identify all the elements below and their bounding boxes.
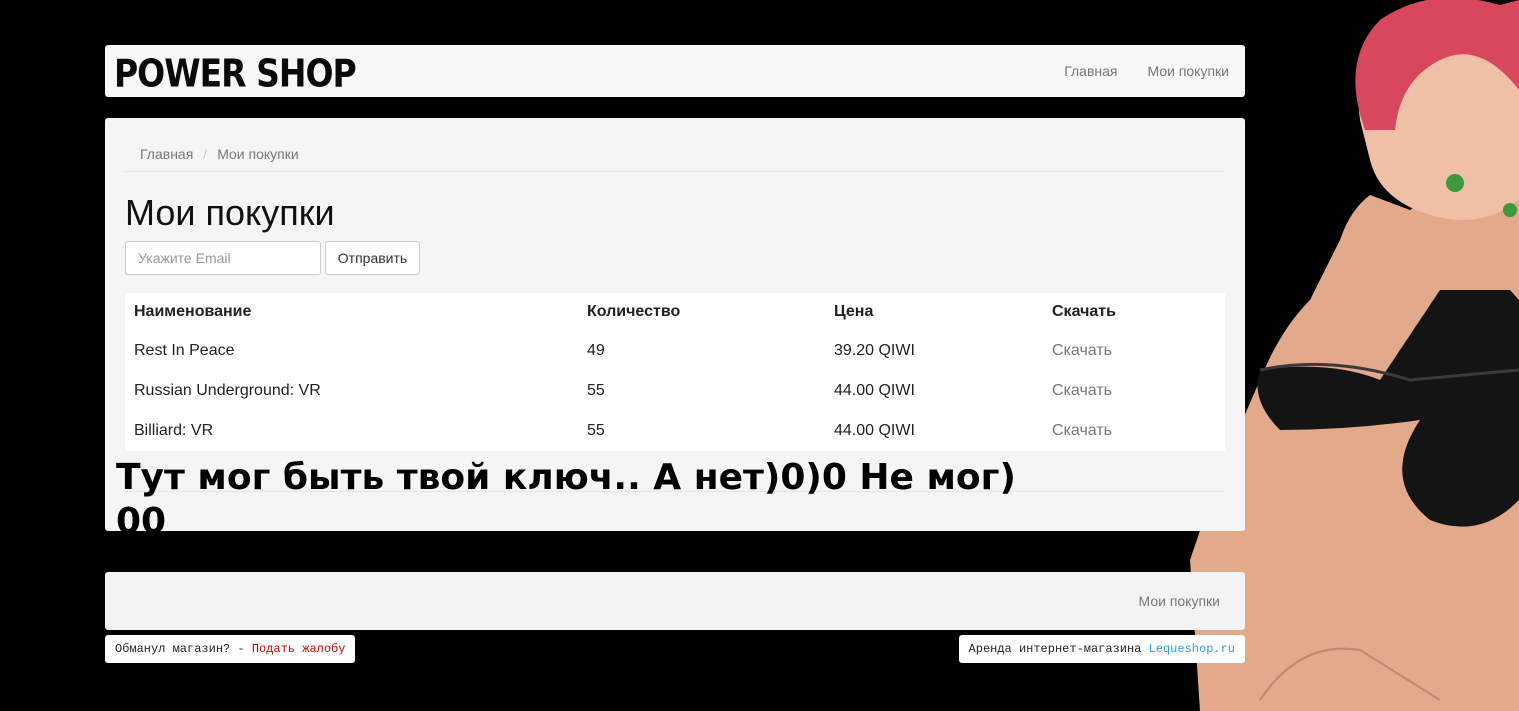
footer-purchases-link[interactable]: Мои покупки xyxy=(1139,593,1221,609)
column-header-name: Наименование xyxy=(134,303,252,320)
breadcrumb-current: Мои покупки xyxy=(217,146,299,162)
product-quantity: 55 xyxy=(587,422,605,439)
download-link[interactable]: Скачать xyxy=(1052,382,1112,399)
complaint-text: Обманул магазин? - xyxy=(115,642,252,656)
column-header-download: Скачать xyxy=(1052,303,1116,320)
rent-text: Аренда интернет-магазина xyxy=(968,642,1149,656)
complaint-notice: Обманул магазин? - Подать жалобу xyxy=(105,635,356,663)
breadcrumb-separator: / xyxy=(203,146,208,162)
download-link[interactable]: Скачать xyxy=(1052,422,1112,439)
footer-bar: Мои покупки xyxy=(105,572,1245,630)
purchases-table: Наименование Количество Цена Скачать Res… xyxy=(125,293,1225,451)
breadcrumb: Главная / Мои покупки xyxy=(140,146,299,162)
product-name: Russian Underground: VR xyxy=(134,382,321,399)
nav-home-link[interactable]: Главная xyxy=(1064,63,1117,79)
nav-links: Главная Мои покупки xyxy=(1064,63,1229,79)
download-link[interactable]: Скачать xyxy=(1052,342,1112,359)
table-row: Rest In Peace 49 39.20 QIWI Скачать xyxy=(125,331,1225,371)
table-row: Billiard: VR 55 44.00 QIWI Скачать xyxy=(125,411,1225,451)
product-price: 44.00 QIWI xyxy=(834,422,915,439)
product-name: Rest In Peace xyxy=(134,342,235,359)
table-row: Russian Underground: VR 55 44.00 QIWI Ск… xyxy=(125,371,1225,411)
table-header-row: Наименование Количество Цена Скачать xyxy=(125,293,1225,331)
page-title: Мои покупки xyxy=(125,192,335,233)
product-price: 39.20 QIWI xyxy=(834,342,915,359)
divider xyxy=(125,171,1225,172)
lequeshop-link[interactable]: Lequeshop.ru xyxy=(1149,642,1235,656)
product-quantity: 55 xyxy=(587,382,605,399)
key-message: Тут мог быть твой ключ.. А нет)0)0 Не мо… xyxy=(116,457,1016,542)
top-navbar: POWER SHOP Главная Мои покупки xyxy=(105,45,1245,97)
rent-notice: Аренда интернет-магазина Lequeshop.ru xyxy=(958,635,1245,663)
product-price: 44.00 QIWI xyxy=(834,382,915,399)
nav-purchases-link[interactable]: Мои покупки xyxy=(1148,63,1230,79)
email-input[interactable] xyxy=(125,241,321,275)
complaint-link[interactable]: Подать жалобу xyxy=(252,642,346,656)
product-name: Billiard: VR xyxy=(134,422,214,439)
product-quantity: 49 xyxy=(587,342,605,359)
submit-button[interactable]: Отправить xyxy=(325,241,420,275)
column-header-price: Цена xyxy=(834,303,874,320)
brand-logo[interactable]: POWER SHOP xyxy=(114,51,357,96)
breadcrumb-home[interactable]: Главная xyxy=(140,146,193,162)
column-header-quantity: Количество xyxy=(587,303,681,320)
